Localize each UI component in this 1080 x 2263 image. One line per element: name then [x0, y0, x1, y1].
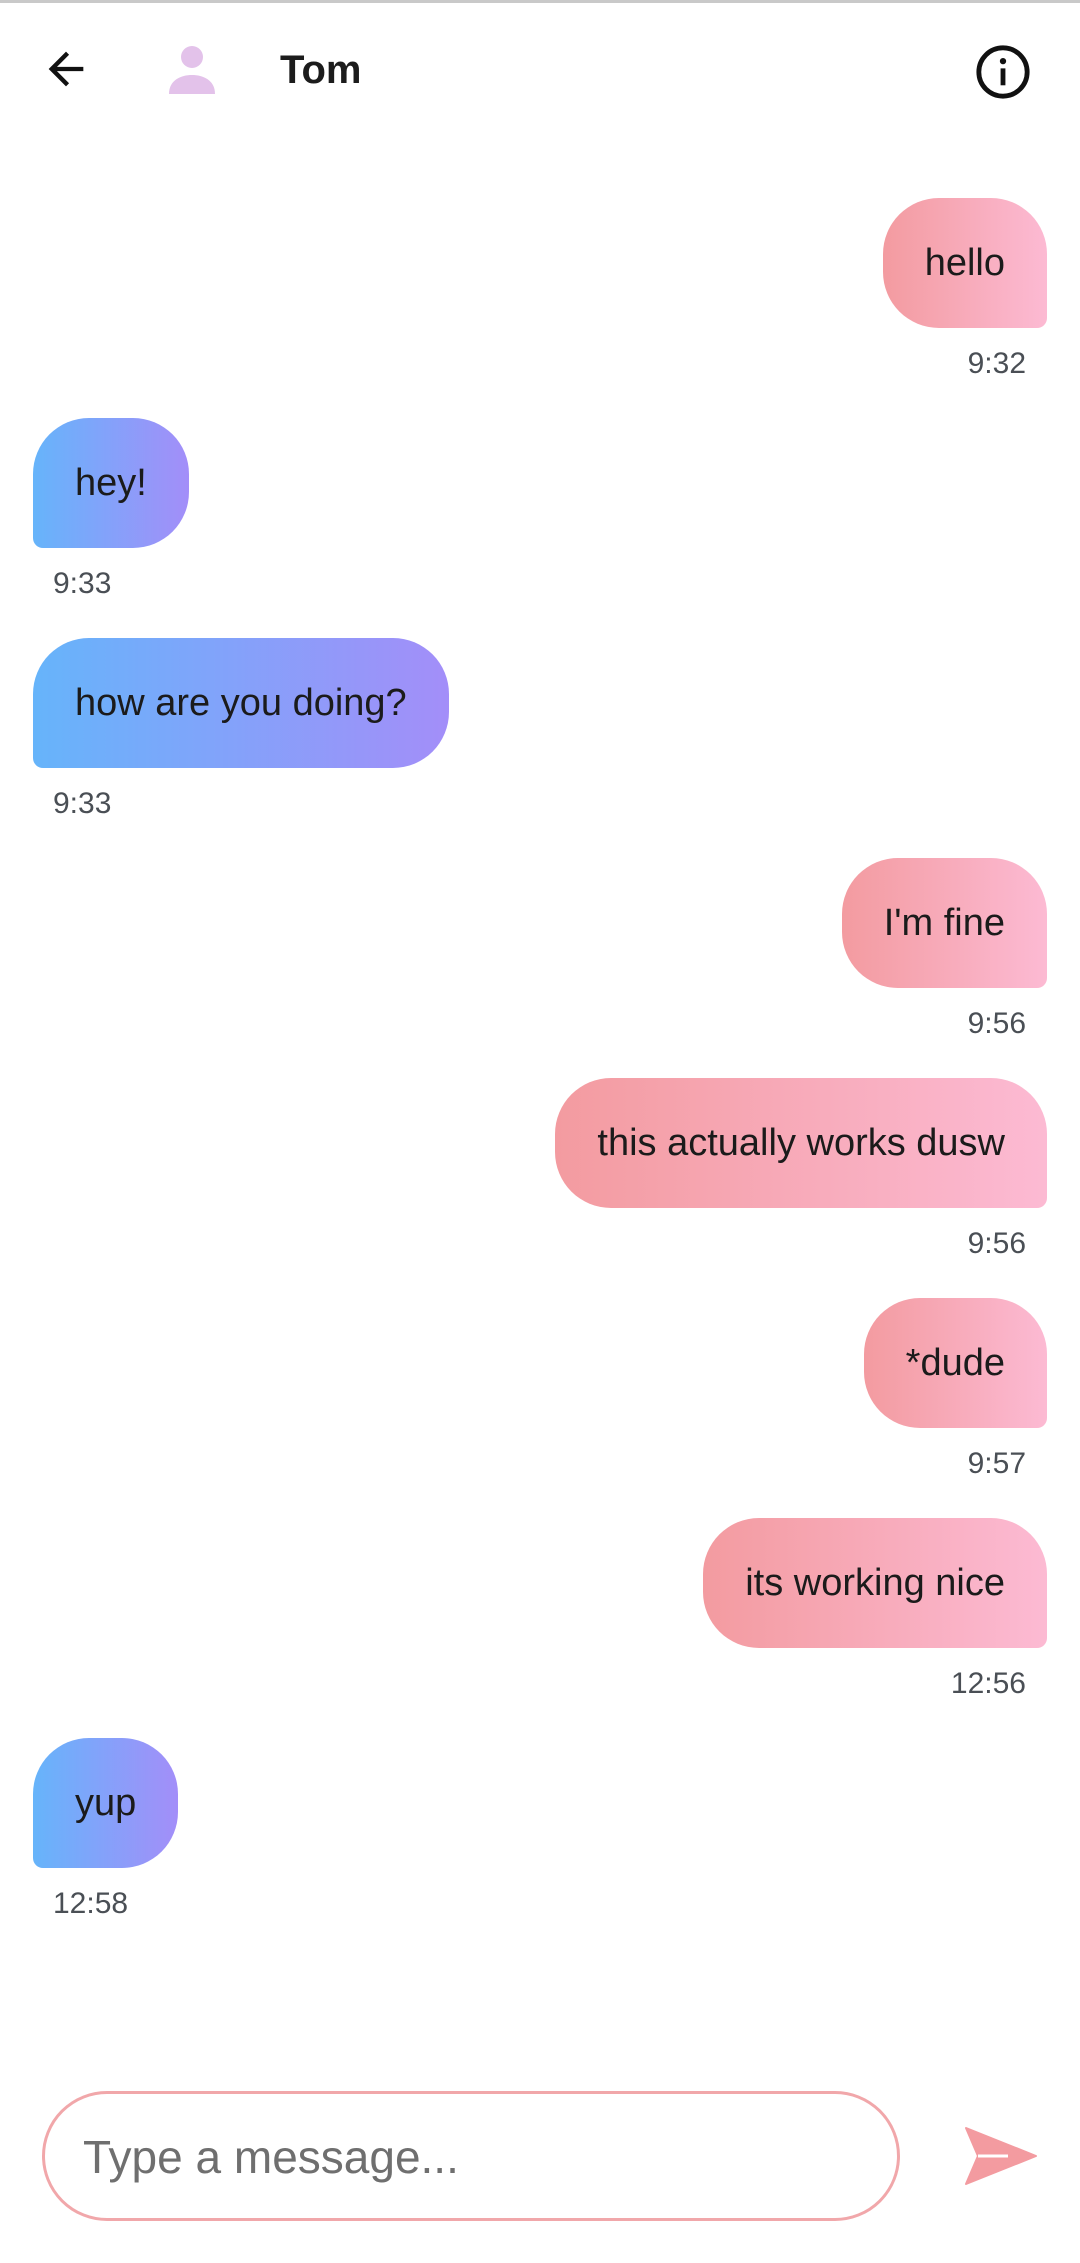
message-bubble[interactable]: this actually works dusw	[555, 1078, 1047, 1208]
message-bubble[interactable]: hey!	[33, 418, 189, 548]
message-item: how are you doing? 9:33	[0, 638, 1080, 838]
message-item: this actually works dusw 9:56	[0, 1078, 1080, 1278]
message-bubble[interactable]: yup	[33, 1738, 179, 1868]
message-item: hello 9:32	[0, 198, 1080, 398]
message-bubble[interactable]: *dude	[863, 1298, 1047, 1428]
message-time: 9:56	[967, 1007, 1026, 1040]
message-time: 9:57	[967, 1447, 1026, 1480]
message-time: 9:33	[53, 567, 112, 600]
message-item: *dude 9:57	[0, 1298, 1080, 1498]
message-bubble[interactable]: hello	[882, 198, 1047, 328]
message-time: 12:56	[950, 1667, 1026, 1700]
message-item: I'm fine 9:56	[0, 858, 1080, 1058]
message-item: its working nice 12:56	[0, 1518, 1080, 1718]
message-composer	[42, 2091, 900, 2221]
message-time: 9:33	[53, 787, 112, 820]
message-time: 9:32	[967, 347, 1026, 380]
message-input[interactable]	[81, 2094, 865, 2220]
message-item: hey! 9:33	[0, 418, 1080, 618]
message-bubble[interactable]: its working nice	[703, 1518, 1047, 1648]
message-time: 9:56	[967, 1227, 1026, 1260]
chat-screen: Tom hello 9:32 hey! 9:33 how are you doi…	[0, 0, 1080, 2263]
message-item: yup 12:58	[0, 1738, 1080, 1938]
message-list[interactable]: hello 9:32 hey! 9:33 how are you doing? …	[0, 0, 1080, 2000]
message-bubble[interactable]: I'm fine	[841, 858, 1047, 988]
send-button[interactable]	[960, 2116, 1042, 2196]
send-icon	[965, 2127, 1037, 2185]
message-bubble[interactable]: how are you doing?	[33, 638, 449, 768]
message-time: 12:58	[53, 1887, 129, 1920]
